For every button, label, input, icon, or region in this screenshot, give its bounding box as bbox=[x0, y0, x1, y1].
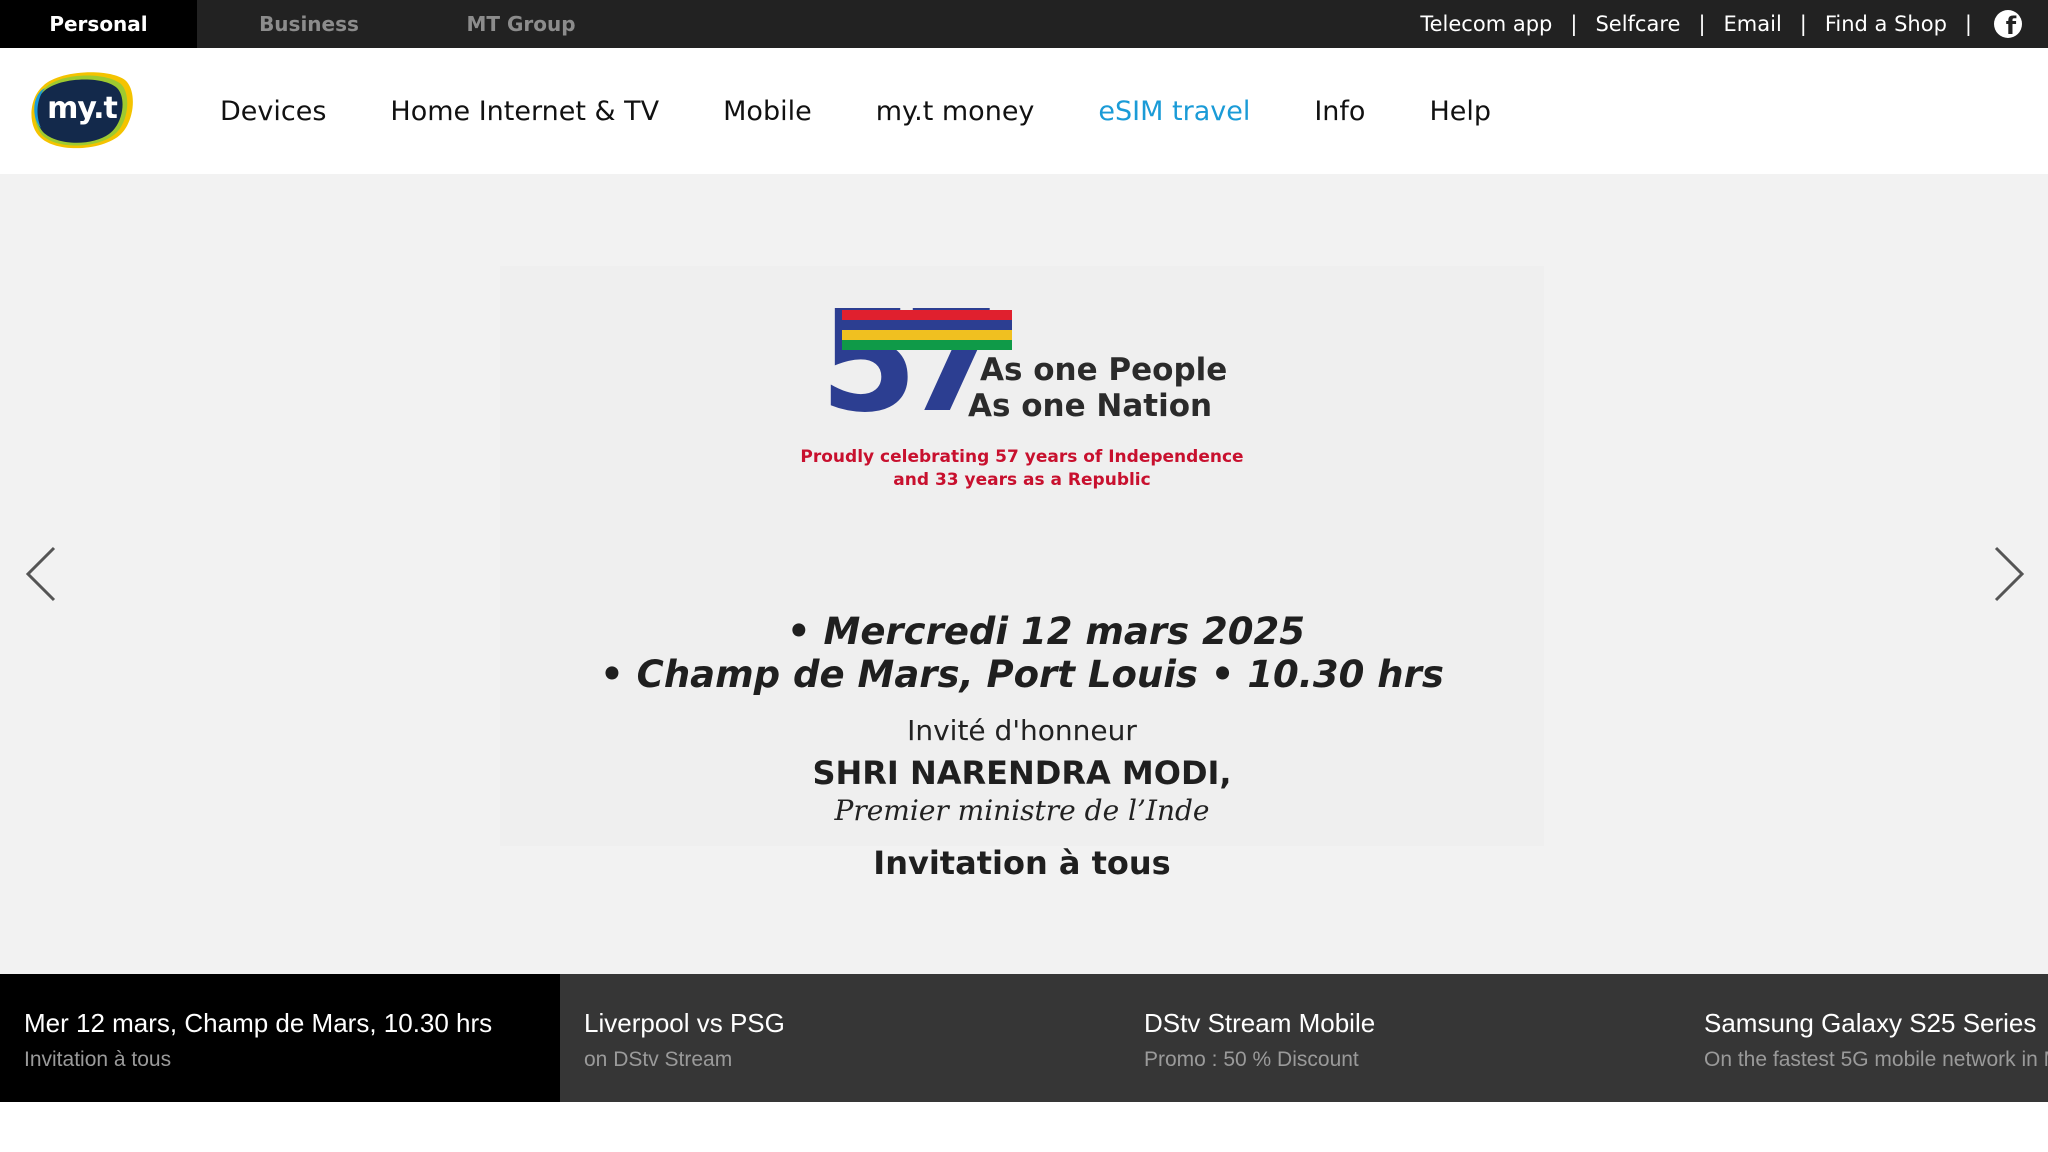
event-date: • Mercredi 12 mars 2025 bbox=[786, 610, 1306, 653]
tab-title: DStv Stream Mobile bbox=[1144, 1008, 1376, 1038]
tab-subtitle: On the fastest 5G mobile network in Maur… bbox=[1704, 1048, 2048, 1071]
nav-item-devices[interactable]: Devices bbox=[220, 96, 326, 127]
carousel-tab[interactable]: Samsung Galaxy S25 Series On the fastest… bbox=[1680, 974, 2048, 1102]
segment-personal[interactable]: Personal bbox=[0, 0, 197, 48]
segment-switcher: Personal Business MT Group bbox=[0, 0, 621, 48]
tagline-line-2: As one Nation bbox=[968, 388, 1213, 424]
tagline: As one People As one Nation bbox=[968, 352, 1228, 424]
carousel-tabs: Mer 12 mars, Champ de Mars, 10.30 hrs In… bbox=[0, 974, 2048, 1102]
hero-poster[interactable]: 57 As one People As one Nation Proudly c… bbox=[500, 266, 1544, 882]
nav-menu: Devices Home Internet & TV Mobile my.t m… bbox=[220, 48, 1555, 174]
chevron-left-icon[interactable] bbox=[22, 542, 62, 606]
find-a-shop-link[interactable]: Find a Shop bbox=[1825, 12, 1947, 36]
tab-title: Liverpool vs PSG bbox=[584, 1008, 785, 1038]
separator: | bbox=[1698, 12, 1706, 36]
tab-subtitle: Invitation à tous bbox=[24, 1048, 172, 1071]
guest-label: Invité d'honneur bbox=[907, 714, 1137, 747]
facebook-icon[interactable]: f bbox=[1994, 10, 2022, 38]
email-link[interactable]: Email bbox=[1724, 12, 1782, 36]
separator: | bbox=[1799, 12, 1807, 36]
nav-item-esim-travel[interactable]: eSIM travel bbox=[1098, 96, 1250, 127]
tab-title: Samsung Galaxy S25 Series bbox=[1704, 1008, 2037, 1038]
celebration-text: Proudly celebrating 57 years of Independ… bbox=[500, 446, 1544, 492]
tab-title: Mer 12 mars, Champ de Mars, 10.30 hrs bbox=[24, 1008, 493, 1038]
nav-item-home-internet-tv[interactable]: Home Internet & TV bbox=[390, 96, 659, 127]
utility-links: Telecom app | Selfcare | Email | Find a … bbox=[1420, 0, 2048, 48]
carousel-tab[interactable]: Liverpool vs PSG on DStv Stream bbox=[560, 974, 1120, 1102]
top-utility-bar: Personal Business MT Group Telecom app |… bbox=[0, 0, 2048, 48]
main-navigation: my.t Devices Home Internet & TV Mobile m… bbox=[0, 48, 2048, 174]
myt-logo[interactable]: my.t bbox=[29, 68, 135, 152]
tab-subtitle: on DStv Stream bbox=[584, 1048, 733, 1071]
celebration-line-2: and 33 years as a Republic bbox=[893, 470, 1151, 490]
guest-role: Premier ministre de l’Inde bbox=[834, 794, 1210, 827]
carousel-tab[interactable]: Mer 12 mars, Champ de Mars, 10.30 hrs In… bbox=[0, 974, 560, 1102]
invitation-text: Invitation à tous bbox=[873, 844, 1171, 882]
event-venue-time: • Champ de Mars, Port Louis • 10.30 hrs bbox=[600, 653, 1444, 696]
telecom-app-link[interactable]: Telecom app bbox=[1420, 12, 1552, 36]
tab-subtitle: Promo : 50 % Discount bbox=[1144, 1048, 1359, 1071]
chevron-right-icon[interactable] bbox=[1988, 542, 2028, 606]
hero-carousel: 57 As one People As one Nation Proudly c… bbox=[0, 174, 2048, 1008]
logo-text: my.t bbox=[47, 90, 118, 126]
tagline-line-1: As one People bbox=[980, 352, 1228, 388]
guest-name: SHRI NARENDRA MODI, bbox=[812, 754, 1232, 792]
segment-mt-group[interactable]: MT Group bbox=[421, 0, 621, 48]
separator: | bbox=[1964, 12, 1972, 36]
nav-item-mobile[interactable]: Mobile bbox=[723, 96, 812, 127]
nav-item-myt-money[interactable]: my.t money bbox=[876, 96, 1035, 127]
nav-item-info[interactable]: Info bbox=[1314, 96, 1365, 127]
celebration-line-1: Proudly celebrating 57 years of Independ… bbox=[800, 447, 1244, 467]
carousel-tab[interactable]: DStv Stream Mobile Promo : 50 % Discount bbox=[1120, 974, 1680, 1102]
nav-item-help[interactable]: Help bbox=[1429, 96, 1491, 127]
selfcare-link[interactable]: Selfcare bbox=[1595, 12, 1680, 36]
segment-business[interactable]: Business bbox=[197, 0, 421, 48]
separator: | bbox=[1570, 12, 1578, 36]
